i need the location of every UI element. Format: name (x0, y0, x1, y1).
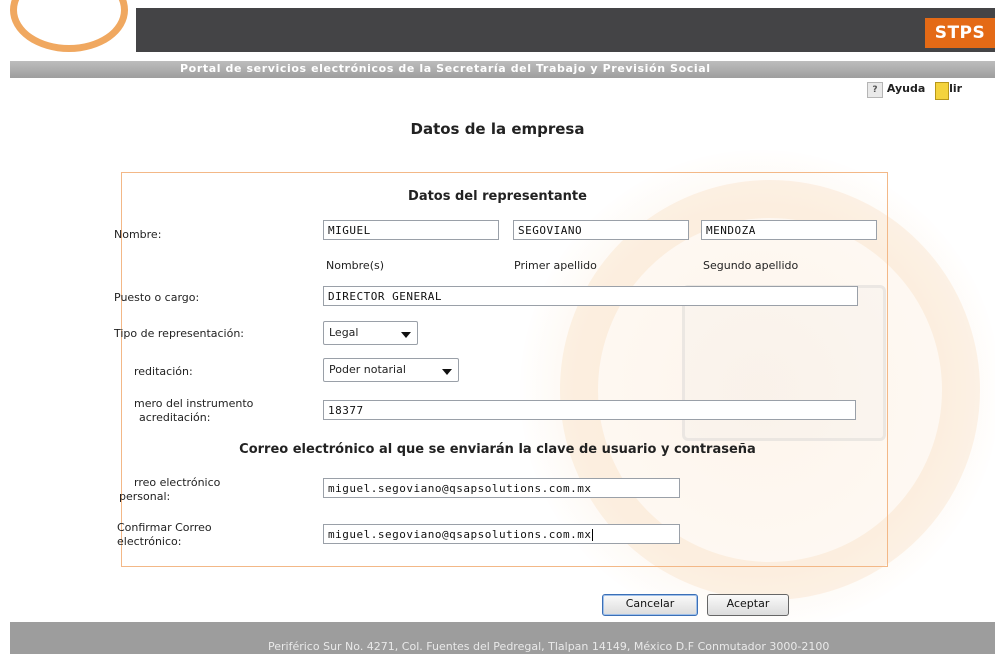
instrument-label-line2: acreditación: (139, 411, 211, 424)
instrument-label-line1: mero del instrumento (134, 397, 254, 410)
logo-area (0, 0, 136, 52)
accreditation-value: Poder notarial (329, 363, 406, 376)
exit-icon[interactable] (935, 82, 950, 100)
second-last-name-caption: Segundo apellido (703, 259, 799, 272)
first-name-caption: Nombre(s) (326, 259, 385, 272)
confirm-email-label-line2: electrónico: (117, 535, 182, 548)
accreditation-select[interactable]: Poder notarial (323, 358, 459, 382)
position-input[interactable]: DIRECTOR GENERAL (323, 286, 858, 306)
name-label: Nombre: (114, 228, 162, 241)
first-name-input[interactable]: MIGUEL (323, 220, 499, 240)
accreditation-label: reditación: (134, 365, 193, 378)
exit-link[interactable]: lir (949, 82, 962, 95)
cancel-button[interactable]: Cancelar (602, 594, 698, 616)
confirm-email-label-line1: Confirmar Correo (117, 521, 212, 534)
brand-badge: STPS (925, 18, 995, 48)
confirm-email-label: Confirmar Correo electrónico: (117, 522, 212, 548)
personal-email-label-line1: rreo electrónico (134, 476, 221, 489)
second-last-name-input[interactable]: MENDOZA (701, 220, 877, 240)
rep-type-select[interactable]: Legal (323, 321, 418, 345)
personal-email-label: rreo electrónico personal: (119, 477, 220, 503)
position-label: Puesto o cargo: (114, 291, 200, 304)
chevron-down-icon (442, 369, 452, 375)
instrument-number-input[interactable]: 18377 (323, 400, 856, 420)
instrument-label: mero del instrumento acreditación: (134, 398, 253, 424)
personal-email-input[interactable]: miguel.segoviano@qsapsolutions.com.mx (323, 478, 680, 498)
help-link[interactable]: Ayuda (887, 82, 925, 95)
page-title: Datos de la empresa (410, 120, 585, 138)
confirm-email-value: miguel.segoviano@qsapsolutions.com.mx (328, 528, 592, 541)
help-icon[interactable]: ? (867, 82, 883, 98)
portal-title: Portal de servicios electrónicos de la S… (180, 62, 711, 75)
confirm-email-input[interactable]: miguel.segoviano@qsapsolutions.com.mx (323, 524, 680, 544)
rep-type-value: Legal (329, 326, 359, 339)
rep-type-label: Tipo de representación: (114, 327, 245, 340)
representative-section-title: Datos del representante (408, 189, 587, 204)
email-section-title: Correo electrónico al que se enviarán la… (239, 442, 756, 457)
header-bar (0, 8, 995, 52)
accept-button[interactable]: Aceptar (707, 594, 789, 616)
first-last-name-input[interactable]: SEGOVIANO (513, 220, 689, 240)
personal-email-label-line2: personal: (119, 490, 171, 503)
chevron-down-icon (401, 332, 411, 338)
text-caret (591, 529, 593, 541)
stps-logo (10, 0, 128, 52)
help-exit-links: ? Ayuda lir (867, 82, 962, 100)
first-last-name-caption: Primer apellido (514, 259, 597, 272)
footer-address: Periférico Sur No. 4271, Col. Fuentes de… (268, 640, 830, 653)
